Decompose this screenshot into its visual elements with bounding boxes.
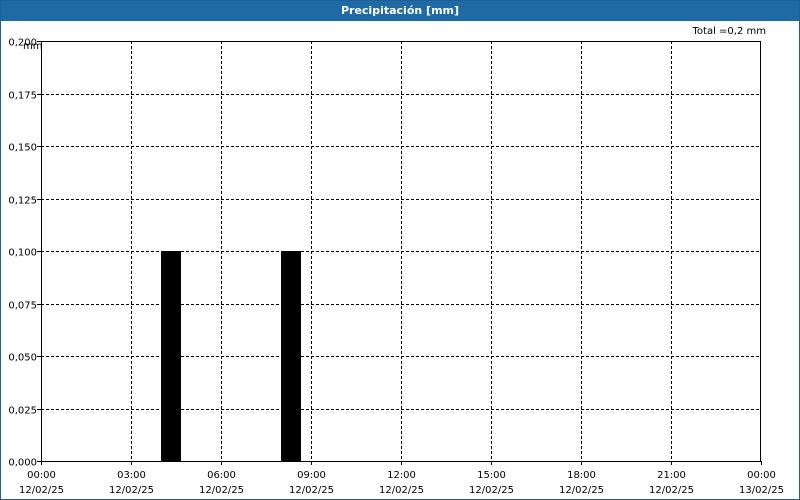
x-tick-time-label: 15:00 (477, 470, 506, 481)
x-tick-date-label: 13/02/25 (739, 485, 784, 496)
x-tick-date-label: 12/02/25 (109, 485, 154, 496)
x-tick-date-label: 12/02/25 (19, 485, 64, 496)
x-tick-date-label: 12/02/25 (199, 485, 244, 496)
x-tick-date-label: 12/02/25 (379, 485, 424, 496)
x-tick-date-label: 12/02/25 (559, 485, 604, 496)
x-tick-date-label: 12/02/25 (469, 485, 514, 496)
y-tick-label: 0,150 (8, 143, 37, 154)
x-tick-time-label: 12:00 (387, 470, 416, 481)
x-tick-time-label: 18:00 (567, 470, 596, 481)
x-tick-time-label: 00:00 (747, 470, 776, 481)
x-tick-time-label: 00:00 (27, 470, 56, 481)
y-tick-label: 0,200 (8, 38, 37, 49)
y-tick-label: 0,000 (8, 458, 37, 469)
x-tick-time-label: 03:00 (117, 470, 146, 481)
y-tick-label: 0,075 (8, 301, 37, 312)
x-tick-time-label: 09:00 (297, 470, 326, 481)
x-tick-date-label: 12/02/25 (289, 485, 334, 496)
x-tick-time-label: 21:00 (657, 470, 686, 481)
y-tick-label: 0,125 (8, 196, 37, 207)
x-tick-time-label: 06:00 (207, 470, 236, 481)
precipitation-bar (161, 251, 181, 461)
y-tick-label: 0,050 (8, 353, 37, 364)
precipitation-chart: 0,000 0,025 0,050 0,075 0,100 0,125 0,150 0,175… (8, 38, 784, 497)
y-tick-label: 0,025 (8, 406, 37, 417)
x-tick-date-label: 12/02/25 (649, 485, 694, 496)
y-tick-label: 0,100 (8, 248, 37, 259)
precipitation-bar (281, 251, 301, 461)
y-tick-label: 0,175 (8, 91, 37, 102)
